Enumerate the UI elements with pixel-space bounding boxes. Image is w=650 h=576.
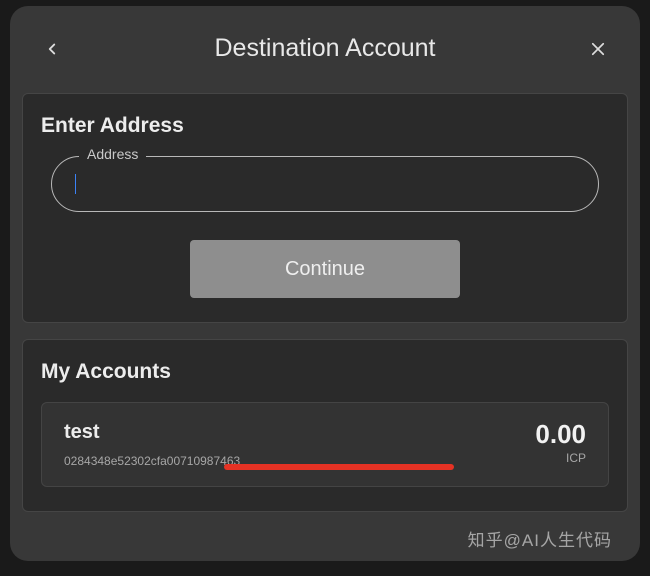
enter-address-title: Enter Address (41, 114, 609, 138)
destination-account-modal: Destination Account Enter Address Addres… (10, 6, 640, 561)
my-accounts-panel: My Accounts test 0284348e52302cfa0071098… (22, 339, 628, 512)
account-balance: 0.00 (535, 421, 586, 447)
address-field-wrap: Address (51, 156, 599, 212)
close-icon (589, 40, 607, 58)
address-field-label: Address (79, 146, 146, 162)
account-row[interactable]: test 0284348e52302cfa00710987463 0.00 IC… (41, 402, 609, 487)
my-accounts-title: My Accounts (41, 360, 609, 384)
modal-title: Destination Account (66, 34, 584, 63)
account-currency: ICP (535, 451, 586, 465)
account-info: test 0284348e52302cfa00710987463 (64, 421, 523, 468)
account-balance-block: 0.00 ICP (523, 421, 586, 465)
text-cursor (75, 174, 76, 194)
account-name: test (64, 421, 523, 444)
redaction-mark (224, 464, 454, 470)
watermark-text: 知乎@AI人生代码 (468, 526, 612, 551)
enter-address-panel: Enter Address Address Continue (22, 93, 628, 323)
chevron-left-icon (43, 40, 61, 58)
continue-button[interactable]: Continue (190, 240, 460, 298)
address-input[interactable] (51, 156, 599, 212)
back-button[interactable] (38, 35, 66, 63)
modal-header: Destination Account (10, 6, 640, 83)
close-button[interactable] (584, 35, 612, 63)
